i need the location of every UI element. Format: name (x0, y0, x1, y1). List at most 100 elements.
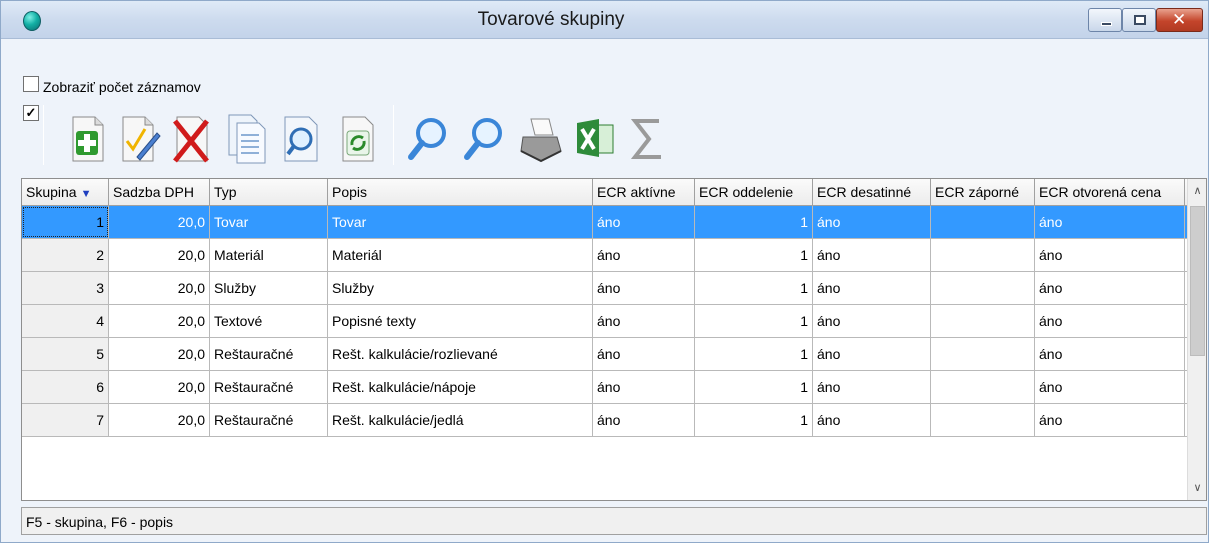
cell-popis[interactable]: Materiál (328, 239, 593, 271)
cell-ecr-otvorena-cena[interactable]: áno (1035, 404, 1185, 436)
cell-ecr-otvorena-cena[interactable]: áno (1035, 272, 1185, 304)
toolbar-checkbox[interactable]: ✓ (23, 105, 39, 121)
groups-table[interactable]: Skupina ▼ Sadzba DPH Typ Popis ECR aktívn… (21, 178, 1207, 501)
cell-skupina[interactable]: 4 (22, 305, 109, 337)
preview-button[interactable] (279, 111, 323, 165)
show-count-checkbox[interactable] (23, 76, 39, 92)
cell-popis[interactable]: Rešt. kalkulácie/nápoje (328, 371, 593, 403)
column-header-popis[interactable]: Popis (328, 179, 593, 205)
title-bar[interactable]: Tovarové skupiny ✕ (1, 1, 1208, 39)
cell-ecr-oddelenie[interactable]: 1 (695, 338, 813, 370)
cell-skupina[interactable]: 6 (22, 371, 109, 403)
table-row[interactable]: 2 20,0 Materiál Materiál áno 1 áno áno (22, 239, 1187, 272)
cell-typ[interactable]: Reštauračné (210, 338, 328, 370)
cell-sadzba-dph[interactable]: 20,0 (109, 305, 210, 337)
cell-popis[interactable]: Popisné texty (328, 305, 593, 337)
cell-ecr-oddelenie[interactable]: 1 (695, 305, 813, 337)
cell-sadzba-dph[interactable]: 20,0 (109, 338, 210, 370)
column-header-typ[interactable]: Typ (210, 179, 328, 205)
cell-skupina[interactable]: 1 (22, 206, 109, 238)
cell-ecr-oddelenie[interactable]: 1 (695, 206, 813, 238)
column-header-sadzba-dph[interactable]: Sadzba DPH (109, 179, 210, 205)
cell-ecr-zaporne[interactable] (931, 305, 1035, 337)
column-header-ecr-oddelenie[interactable]: ECR oddelenie (695, 179, 813, 205)
cell-ecr-aktivne[interactable]: áno (593, 404, 695, 436)
cell-ecr-zaporne[interactable] (931, 272, 1035, 304)
cell-ecr-aktivne[interactable]: áno (593, 206, 695, 238)
cell-ecr-aktivne[interactable]: áno (593, 305, 695, 337)
copy-button[interactable] (225, 111, 269, 165)
cell-skupina[interactable]: 5 (22, 338, 109, 370)
cell-skupina[interactable]: 7 (22, 404, 109, 436)
cell-ecr-desatinne[interactable]: áno (813, 338, 931, 370)
find-button[interactable] (405, 111, 449, 165)
cell-ecr-desatinne[interactable]: áno (813, 206, 931, 238)
cell-typ[interactable]: Služby (210, 272, 328, 304)
cell-ecr-oddelenie[interactable]: 1 (695, 239, 813, 271)
delete-button[interactable] (169, 111, 213, 165)
cell-ecr-aktivne[interactable]: áno (593, 239, 695, 271)
cell-typ[interactable]: Reštauračné (210, 404, 328, 436)
column-header-ecr-desatinne[interactable]: ECR desatinné (813, 179, 931, 205)
table-row[interactable]: 4 20,0 Textové Popisné texty áno 1 áno áno (22, 305, 1187, 338)
cell-ecr-zaporne[interactable] (931, 404, 1035, 436)
cell-ecr-zaporne[interactable] (931, 371, 1035, 403)
cell-popis[interactable]: Tovar (328, 206, 593, 238)
column-header-ecr-zaporne[interactable]: ECR záporné (931, 179, 1035, 205)
cell-sadzba-dph[interactable]: 20,0 (109, 404, 210, 436)
cell-ecr-oddelenie[interactable]: 1 (695, 272, 813, 304)
table-row[interactable]: 1 20,0 Tovar Tovar áno 1 áno áno (22, 206, 1187, 239)
close-button[interactable]: ✕ (1156, 8, 1203, 32)
cell-sadzba-dph[interactable]: 20,0 (109, 371, 210, 403)
edit-button[interactable] (117, 111, 161, 165)
cell-ecr-zaporne[interactable] (931, 206, 1035, 238)
cell-sadzba-dph[interactable]: 20,0 (109, 272, 210, 304)
cell-ecr-otvorena-cena[interactable]: áno (1035, 239, 1185, 271)
cell-ecr-desatinne[interactable]: áno (813, 305, 931, 337)
column-header-ecr-aktivne[interactable]: ECR aktívne (593, 179, 695, 205)
cell-ecr-desatinne[interactable]: áno (813, 239, 931, 271)
cell-ecr-zaporne[interactable] (931, 338, 1035, 370)
cell-sadzba-dph[interactable]: 20,0 (109, 206, 210, 238)
cell-skupina[interactable]: 3 (22, 272, 109, 304)
column-header-ecr-otvorena-cena[interactable]: ECR otvorená cena (1035, 179, 1185, 205)
cell-sadzba-dph[interactable]: 20,0 (109, 239, 210, 271)
cell-ecr-zaporne[interactable] (931, 239, 1035, 271)
export-excel-button[interactable] (573, 111, 617, 165)
cell-typ[interactable]: Textové (210, 305, 328, 337)
table-row[interactable]: 7 20,0 Reštauračné Rešt. kalkulácie/jedlá án… (22, 404, 1187, 437)
scroll-down-icon[interactable]: ∨ (1188, 478, 1206, 498)
cell-ecr-desatinne[interactable]: áno (813, 272, 931, 304)
find-next-button[interactable] (461, 111, 505, 165)
cell-typ[interactable]: Reštauračné (210, 371, 328, 403)
maximize-button[interactable] (1122, 8, 1156, 32)
cell-ecr-otvorena-cena[interactable]: áno (1035, 338, 1185, 370)
cell-ecr-otvorena-cena[interactable]: áno (1035, 371, 1185, 403)
cell-ecr-desatinne[interactable]: áno (813, 371, 931, 403)
cell-popis[interactable]: Služby (328, 272, 593, 304)
scroll-up-icon[interactable]: ∧ (1188, 181, 1206, 201)
cell-ecr-oddelenie[interactable]: 1 (695, 371, 813, 403)
cell-ecr-desatinne[interactable]: áno (813, 404, 931, 436)
cell-ecr-otvorena-cena[interactable]: áno (1035, 305, 1185, 337)
table-row[interactable]: 5 20,0 Reštauračné Rešt. kalkulácie/rozliev… (22, 338, 1187, 371)
cell-popis[interactable]: Rešt. kalkulácie/rozlievané (328, 338, 593, 370)
table-row[interactable]: 3 20,0 Služby Služby áno 1 áno áno (22, 272, 1187, 305)
cell-ecr-aktivne[interactable]: áno (593, 371, 695, 403)
cell-typ[interactable]: Tovar (210, 206, 328, 238)
cell-popis[interactable]: Rešt. kalkulácie/jedlá (328, 404, 593, 436)
print-button[interactable] (519, 111, 563, 165)
cell-ecr-oddelenie[interactable]: 1 (695, 404, 813, 436)
cell-ecr-aktivne[interactable]: áno (593, 272, 695, 304)
vertical-scrollbar[interactable]: ∧ ∨ (1187, 179, 1206, 500)
cell-typ[interactable]: Materiál (210, 239, 328, 271)
cell-skupina[interactable]: 2 (22, 239, 109, 271)
scroll-thumb[interactable] (1190, 206, 1205, 356)
refresh-button[interactable] (335, 111, 379, 165)
cell-ecr-otvorena-cena[interactable]: áno (1035, 206, 1185, 238)
table-row[interactable]: 6 20,0 Reštauračné Rešt. kalkulácie/nápoje á… (22, 371, 1187, 404)
add-button[interactable] (65, 111, 109, 165)
cell-ecr-aktivne[interactable]: áno (593, 338, 695, 370)
column-header-skupina[interactable]: Skupina ▼ (22, 179, 109, 205)
minimize-button[interactable] (1088, 8, 1122, 32)
